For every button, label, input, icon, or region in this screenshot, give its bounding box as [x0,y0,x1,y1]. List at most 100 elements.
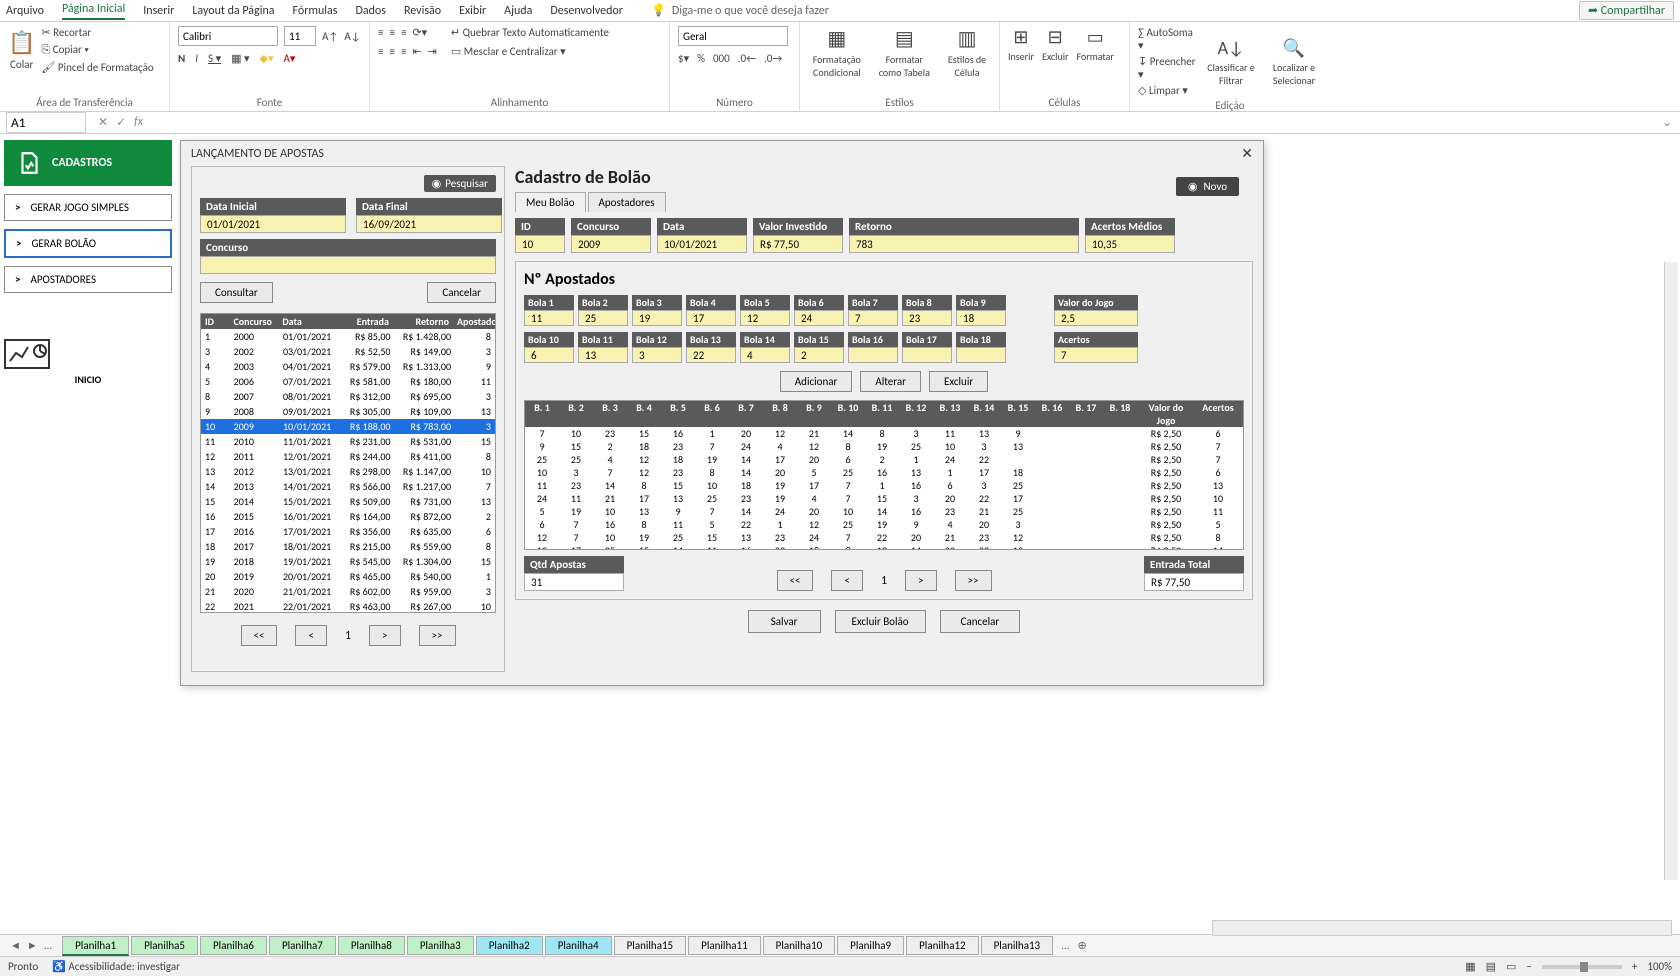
sheet-tab[interactable]: Planilha15 [614,936,687,955]
indent-inc-icon[interactable]: ⇥ [428,45,437,58]
align-center-icon[interactable]: ≡ [389,45,394,58]
zoom-level[interactable]: 100% [1647,960,1672,973]
ball-input[interactable] [578,347,628,363]
horizontal-scrollbar[interactable] [1212,920,1672,936]
sheet-tab[interactable]: Planilha10 [763,936,836,955]
bgrid-header[interactable]: B. 18 [1103,401,1137,427]
zoom-slider[interactable] [1542,965,1622,969]
bgrid-header[interactable]: B. 4 [627,401,661,427]
salvar-button[interactable]: Salvar [748,610,821,633]
underline-button[interactable]: S ▾ [208,52,221,65]
format-cells-icon[interactable]: ▭ [1087,26,1104,48]
table-row[interactable]: 20201920/01/2021R$ 465,00R$ 540,001 [201,569,495,584]
bgrid-header[interactable]: B. 6 [695,401,729,427]
table-row[interactable]: 21202021/01/2021R$ 602,00R$ 959,003 [201,584,495,599]
autosum-button[interactable]: ∑ AutoSoma ▾ [1138,26,1196,52]
menu-pagina-inicial[interactable]: Página Inicial [62,2,125,20]
ball-input[interactable] [956,347,1006,363]
concurso2-input[interactable] [571,235,651,253]
novo-button[interactable]: ◉Novo [1176,177,1239,196]
format-table-icon[interactable]: ▤ [895,26,914,51]
grid-header[interactable]: Data [278,314,338,329]
accessibility-status[interactable]: ♿ Acessibilidade: investigar [52,960,180,973]
data-final-input[interactable] [356,215,502,233]
sheet-nav-more[interactable]: ... [44,939,52,952]
ball-input[interactable] [740,347,790,363]
table-row[interactable]: 18201718/01/2021R$ 215,00R$ 559,008 [201,539,495,554]
sheet-tab[interactable]: Planilha11 [688,936,761,955]
bgrid-header[interactable]: B. 9 [797,401,831,427]
fx-icon[interactable]: fx [134,115,143,130]
bgrid-header[interactable]: B. 8 [763,401,797,427]
ball-input[interactable] [686,347,736,363]
cell-styles-label[interactable]: Estilos de Célula [943,53,991,79]
menu-ajuda[interactable]: Ajuda [504,4,532,18]
align-top-icon[interactable]: ≡ [378,26,383,39]
table-row[interactable]: 22202122/01/2021R$ 463,00R$ 267,0010 [201,599,495,613]
wrap-text-button[interactable]: ↵ Quebrar Texto Automaticamente [451,26,609,39]
alterar-button[interactable]: Alterar [860,371,921,392]
entrada-total-input[interactable] [1144,573,1244,591]
grid-header[interactable]: ID [201,314,229,329]
ball-input[interactable] [632,347,682,363]
bgrid-header[interactable]: B. 15 [1001,401,1035,427]
bgrid-header[interactable]: B. 13 [933,401,967,427]
close-icon[interactable]: ✕ [1241,145,1253,162]
sheet-tab[interactable]: Planilha9 [837,936,904,955]
pager-first[interactable]: << [241,625,278,646]
table-row[interactable]: 8200708/01/2021R$ 312,00R$ 695,003 [201,389,495,404]
table-row[interactable]: 19172515141116231881314202312R$ 2,5014 [525,544,1243,550]
bgrid-header[interactable]: Acertos [1195,401,1241,427]
table-row[interactable]: 252541218191417206212422R$ 2,507 [525,453,1243,466]
border-button[interactable]: ▦ ▾ [231,52,249,65]
table-row[interactable]: 12201112/01/2021R$ 244,00R$ 411,008 [201,449,495,464]
table-row[interactable]: 1037122381420525161311718R$ 2,506 [525,466,1243,479]
menu-dados[interactable]: Dados [355,4,385,18]
qtd-input[interactable] [524,573,624,591]
menu-desenvolvedor[interactable]: Desenvolvedor [550,4,623,18]
table-row[interactable]: 14201314/01/2021R$ 566,00R$ 1.217,007 [201,479,495,494]
align-bottom-icon[interactable]: ≡ [401,26,406,39]
sheet-tab[interactable]: Planilha2 [476,936,543,955]
table-row[interactable]: 519101397142420101416232125R$ 2,5011 [525,505,1243,518]
results-grid[interactable]: IDConcursoDataEntradaRetornoApostadores1… [200,313,496,613]
sheet-tab[interactable]: Planilha1 [62,936,129,956]
find-select-icon[interactable]: 🔍 [1283,37,1305,59]
currency-icon[interactable]: $▾ [678,52,689,65]
balls-grid[interactable]: B. 1B. 2B. 3B. 4B. 5B. 6B. 7B. 8B. 9B. 1… [524,400,1244,550]
cond-format-icon[interactable]: ▦ [827,26,846,51]
ball-input[interactable] [794,310,844,326]
menu-inserir[interactable]: Inserir [143,4,174,18]
ball-input[interactable] [632,310,682,326]
comma-icon[interactable]: 000 [713,52,730,65]
align-middle-icon[interactable]: ≡ [389,26,394,39]
bgrid-header[interactable]: B. 16 [1035,401,1069,427]
ball-input[interactable] [686,310,736,326]
consultar-button[interactable]: Consultar [200,282,273,303]
table-row[interactable]: 10200910/01/2021R$ 188,00R$ 783,003 [201,419,495,434]
sheet-tab[interactable]: Planilha3 [407,936,474,955]
concurso-input[interactable] [200,256,496,274]
bpager-next[interactable]: > [905,570,936,591]
data-input[interactable] [657,235,747,253]
sheet-more-label[interactable]: ... [1061,939,1069,952]
inc-decimal-icon[interactable]: .0← [738,52,756,65]
cut-button[interactable]: ✂ Recortar [41,26,153,39]
ball-input[interactable] [740,310,790,326]
bgrid-header[interactable]: B. 10 [831,401,865,427]
formula-expand-icon[interactable]: ⌄ [1654,115,1680,130]
ball-input[interactable] [848,347,898,363]
table-row[interactable]: 15201415/01/2021R$ 509,00R$ 731,0013 [201,494,495,509]
extra-input[interactable] [1054,310,1138,326]
sheet-tab[interactable]: Planilha8 [338,936,405,955]
fill-color-button[interactable]: ◆▾ [260,52,274,65]
copy-button[interactable]: ⎘ Copiar ▾ [41,43,153,57]
menu-formulas[interactable]: Fórmulas [293,4,338,18]
cancel-formula-icon[interactable]: ✕ [98,115,108,130]
menu-arquivo[interactable]: Arquivo [6,4,44,18]
font-name-select[interactable] [178,26,278,46]
menu-layout[interactable]: Layout da Página [192,4,274,18]
name-box[interactable] [6,112,86,133]
sheet-tab[interactable]: Planilha13 [981,936,1054,955]
table-row[interactable]: 11201011/01/2021R$ 231,00R$ 531,0015 [201,434,495,449]
